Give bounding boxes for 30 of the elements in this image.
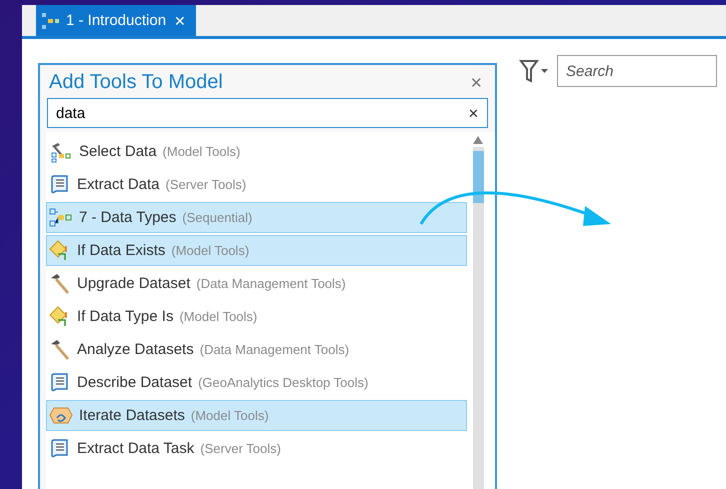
iterator-icon — [49, 406, 73, 426]
tool-item[interactable]: Upgrade Dataset (Data Management Tools) — [46, 268, 467, 299]
tool-item[interactable]: Extract Data Task (Server Tools) — [46, 433, 467, 464]
tool-icon — [49, 140, 73, 162]
tool-item[interactable]: Extract Data (Server Tools) — [46, 169, 467, 200]
tool-item[interactable]: If Data Type Is (Model Tools) — [46, 301, 467, 332]
search-field[interactable]: Search — [557, 55, 717, 87]
tab-label: 1 - Introduction — [66, 12, 166, 29]
hammer-icon — [49, 338, 71, 360]
scroll-up-icon[interactable] — [473, 136, 483, 144]
script-icon — [49, 174, 71, 196]
script-icon — [49, 438, 71, 460]
tool-item[interactable]: 7 - Data Types (Sequential) — [46, 202, 467, 233]
tool-item[interactable]: Describe Dataset (GeoAnalytics Desktop Tools) — [46, 367, 467, 398]
tool-item[interactable]: Analyze Datasets (Data Management Tools) — [46, 334, 467, 365]
tool-item[interactable]: Select Data (Model Tools) — [46, 136, 467, 167]
close-button[interactable]: ✕ — [468, 74, 485, 92]
tool-item[interactable]: Iterate Datasets (Model Tools) — [46, 400, 467, 431]
dialog-title: Add Tools To Model — [49, 71, 223, 94]
script-icon — [49, 372, 71, 394]
tool-item[interactable]: If Data Exists (Model Tools) — [46, 235, 467, 266]
close-button[interactable]: ✕ — [172, 12, 188, 28]
model-icon — [42, 12, 60, 28]
clear-button[interactable]: ✕ — [466, 106, 481, 120]
hammer-icon — [49, 272, 71, 294]
scrollbar[interactable] — [472, 147, 484, 489]
model-icon — [49, 208, 73, 228]
document-tab[interactable]: 1 - Introduction ✕ — [36, 5, 196, 36]
search-field[interactable]: data ✕ — [47, 98, 488, 128]
filter-button[interactable] — [519, 58, 549, 84]
